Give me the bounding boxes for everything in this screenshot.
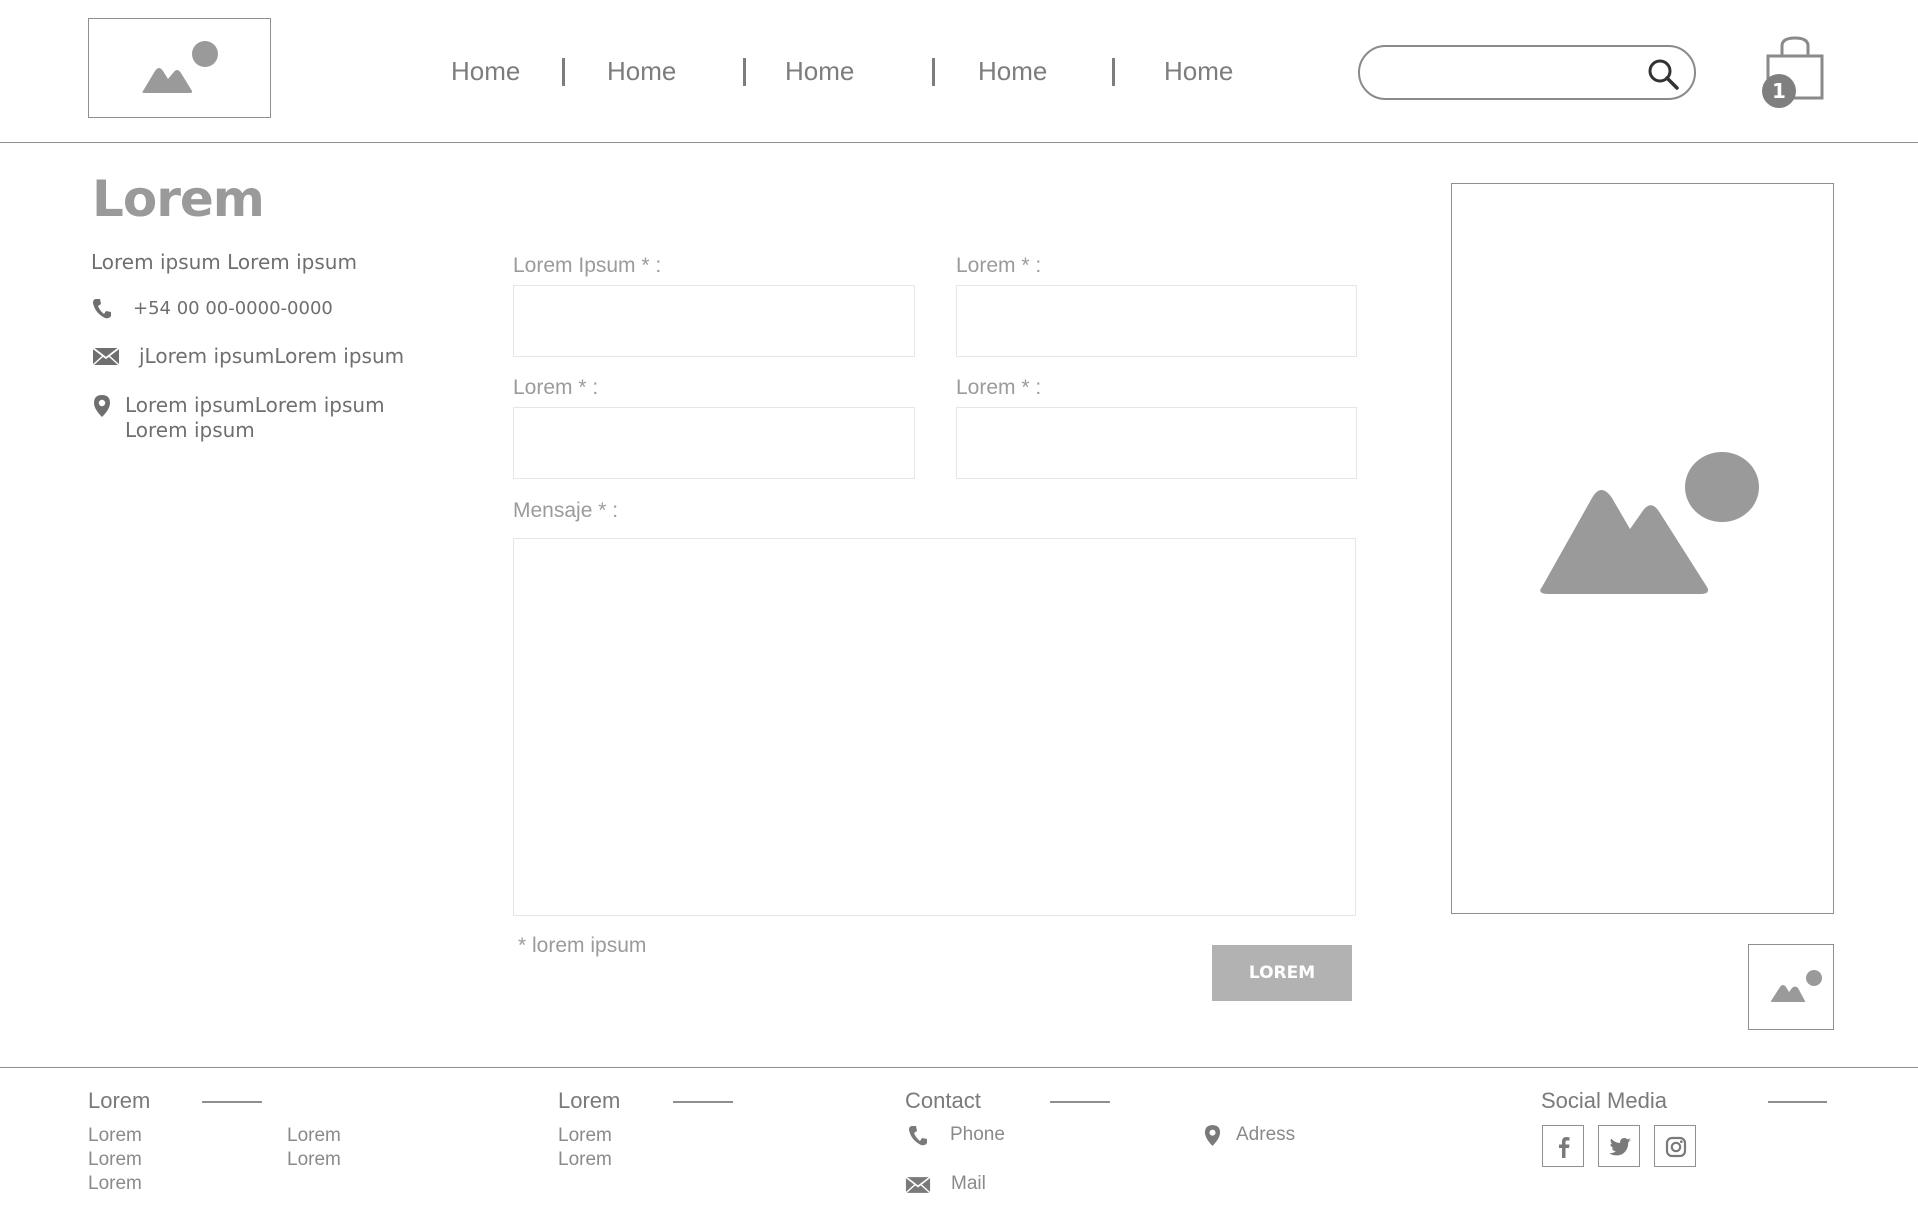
image-placeholder-icon	[1540, 452, 1759, 594]
phone-icon	[93, 299, 111, 319]
footer-link[interactable]: Lorem	[287, 1149, 341, 1171]
contact-email: jLorem ipsumLorem ipsum	[139, 344, 405, 368]
twitter-icon	[1609, 1138, 1631, 1156]
required-note: * lorem ipsum	[518, 934, 647, 957]
submit-button[interactable]: LOREM	[1212, 945, 1352, 1001]
mail-icon	[905, 1176, 931, 1194]
divider	[1768, 1101, 1827, 1103]
footer-contact-title: Contact	[905, 1088, 981, 1113]
footer-link[interactable]: Lorem	[88, 1173, 142, 1195]
field-label: Lorem Ipsum * :	[513, 254, 662, 277]
instagram-button[interactable]	[1654, 1125, 1696, 1167]
footer-link[interactable]: Lorem	[88, 1125, 142, 1147]
nav-item-home-4[interactable]: Home	[978, 56, 1047, 87]
contact-address-line1: Lorem ipsumLorem ipsum	[125, 393, 385, 417]
logo[interactable]	[88, 18, 271, 118]
search-input[interactable]	[1382, 57, 1642, 89]
nav-item-home-3[interactable]: Home	[785, 56, 854, 87]
form-field-3[interactable]	[513, 407, 915, 479]
footer-link[interactable]: Lorem	[558, 1149, 612, 1171]
message-label: Mensaje * :	[513, 499, 619, 522]
footer-col2-title: Lorem	[558, 1088, 621, 1113]
image-placeholder-icon	[1770, 970, 1822, 1002]
image-placeholder-icon	[142, 41, 218, 93]
footer-address[interactable]: Adress	[1236, 1124, 1295, 1146]
divider	[673, 1101, 733, 1103]
mail-icon	[92, 347, 120, 366]
divider	[202, 1101, 262, 1103]
field-label: Lorem * :	[956, 376, 1042, 399]
field-label: Lorem * :	[956, 254, 1042, 277]
footer-mail[interactable]: Mail	[951, 1173, 986, 1195]
cart-count-badge: 1	[1762, 74, 1796, 108]
site-header: Home Home Home Home Home 1	[0, 0, 1918, 143]
footer-social-title: Social Media	[1541, 1088, 1667, 1113]
image-placeholder	[1451, 183, 1834, 914]
facebook-icon	[1559, 1137, 1570, 1158]
nav-separator	[932, 58, 935, 86]
search-icon[interactable]	[1646, 57, 1680, 91]
contact-phone: +54 00 00-0000-0000	[133, 298, 333, 319]
contact-subtitle: Lorem ipsum Lorem ipsum	[91, 250, 357, 274]
twitter-button[interactable]	[1598, 1125, 1640, 1167]
message-textarea[interactable]	[513, 538, 1356, 916]
location-pin-icon	[1204, 1125, 1221, 1146]
field-label: Lorem * :	[513, 376, 599, 399]
footer-link[interactable]: Lorem	[287, 1125, 341, 1147]
nav-item-home-5[interactable]: Home	[1164, 56, 1233, 87]
phone-icon	[909, 1126, 927, 1146]
divider	[1050, 1101, 1110, 1103]
footer-link[interactable]: Lorem	[558, 1125, 612, 1147]
instagram-icon	[1665, 1136, 1687, 1158]
form-field-1[interactable]	[513, 285, 915, 357]
facebook-button[interactable]	[1542, 1125, 1584, 1167]
form-field-2[interactable]	[956, 285, 1357, 357]
contact-address-line2: Lorem ipsum	[125, 418, 255, 442]
search-box	[1358, 45, 1696, 100]
nav-separator	[1112, 58, 1115, 86]
nav-separator	[743, 58, 746, 86]
site-footer: Lorem Lorem Lorem Lorem Lorem Lorem Lore…	[0, 1067, 1918, 1222]
footer-phone[interactable]: Phone	[950, 1124, 1005, 1146]
footer-col1-title: Lorem	[88, 1088, 151, 1113]
thumbnail-image[interactable]	[1748, 944, 1834, 1030]
nav-separator	[562, 58, 565, 86]
form-field-4[interactable]	[956, 407, 1357, 479]
location-pin-icon	[94, 395, 110, 417]
footer-link[interactable]: Lorem	[88, 1149, 142, 1171]
page-title: Lorem	[92, 170, 265, 228]
nav-item-home-1[interactable]: Home	[451, 56, 520, 87]
nav-item-home-2[interactable]: Home	[607, 56, 676, 87]
